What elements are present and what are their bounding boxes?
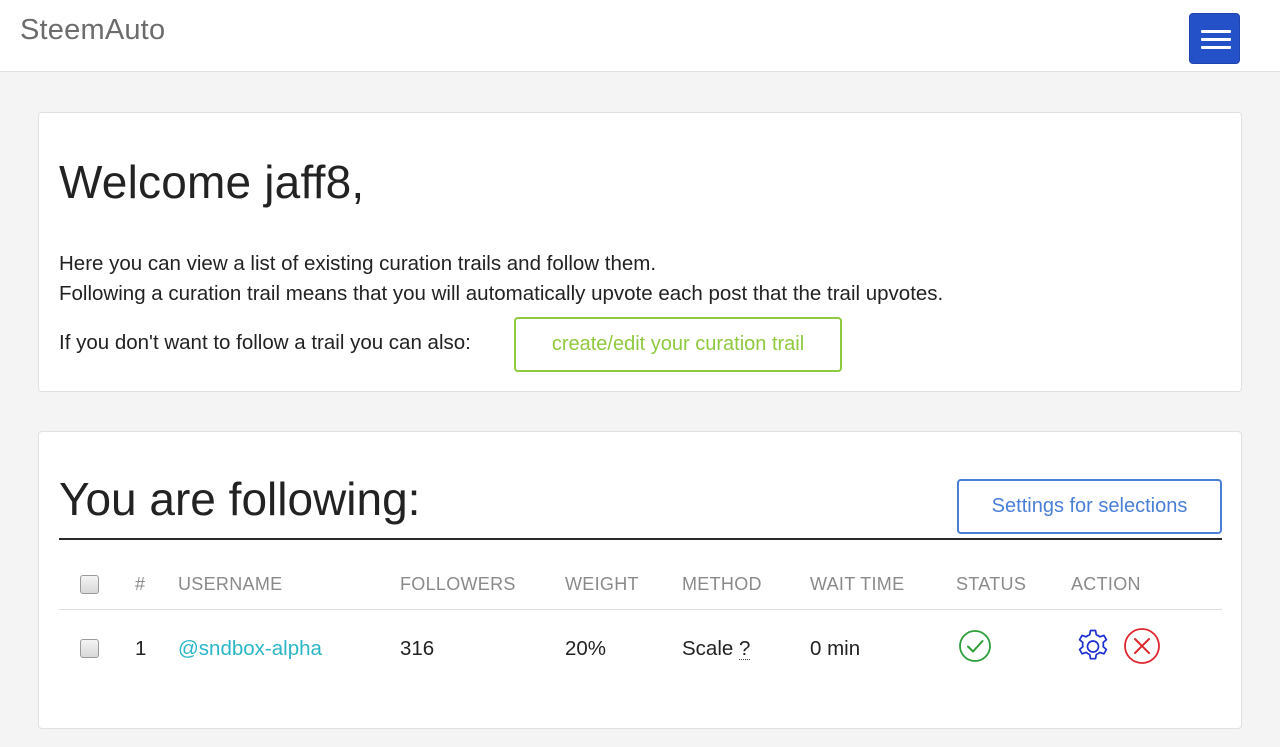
title-divider xyxy=(59,538,1222,540)
column-header-username[interactable]: USERNAME xyxy=(178,574,282,595)
intro-text-2: Following a curation trail means that yo… xyxy=(59,282,944,305)
followers-count: 316 xyxy=(400,637,435,660)
column-header-weight[interactable]: WEIGHT xyxy=(565,574,639,595)
method-help-tooltip[interactable]: ? xyxy=(738,638,751,660)
navbar: SteemAuto xyxy=(0,0,1280,72)
welcome-title: Welcome jaff8, xyxy=(59,156,365,208)
weight-value: 20% xyxy=(565,637,607,660)
menu-toggle-button[interactable] xyxy=(1189,13,1240,64)
table-header-divider xyxy=(59,609,1222,610)
gear-icon[interactable] xyxy=(1073,626,1113,671)
username-link[interactable]: @sndbox-alpha xyxy=(178,637,322,661)
close-circle-icon[interactable] xyxy=(1123,627,1161,670)
row-number: 1 xyxy=(135,637,147,660)
settings-for-selections-button[interactable]: Settings for selections xyxy=(957,479,1222,534)
brand-logo[interactable]: SteemAuto xyxy=(20,14,165,47)
column-header-status[interactable]: STATUS xyxy=(956,574,1026,595)
following-title: You are following: xyxy=(59,473,421,525)
intro-text-3: If you don't want to follow a trail you … xyxy=(59,331,471,354)
row-select-checkbox[interactable] xyxy=(80,639,99,658)
check-circle-icon[interactable] xyxy=(958,629,992,668)
column-header-followers[interactable]: FOLLOWERS xyxy=(400,574,516,595)
method-value: Scale xyxy=(682,637,734,660)
create-edit-trail-button[interactable]: create/edit your curation trail xyxy=(514,317,842,372)
select-all-checkbox[interactable] xyxy=(80,575,99,594)
column-header-wait-time[interactable]: WAIT TIME xyxy=(810,574,904,595)
hamburger-menu-icon-bar xyxy=(1201,38,1231,41)
method-cell: Scale ? xyxy=(682,637,751,661)
welcome-card: Welcome jaff8, Here you can view a list … xyxy=(38,112,1242,392)
wait-time-value: 0 min xyxy=(810,637,861,660)
hamburger-menu-icon-bar xyxy=(1201,46,1231,49)
column-header-num: # xyxy=(135,574,146,594)
following-card: You are following: Settings for selectio… xyxy=(38,431,1242,729)
column-header-action: ACTION xyxy=(1071,574,1141,594)
column-header-method[interactable]: METHOD xyxy=(682,574,762,595)
hamburger-menu-icon xyxy=(1201,30,1231,33)
intro-text-1: Here you can view a list of existing cur… xyxy=(59,252,657,275)
